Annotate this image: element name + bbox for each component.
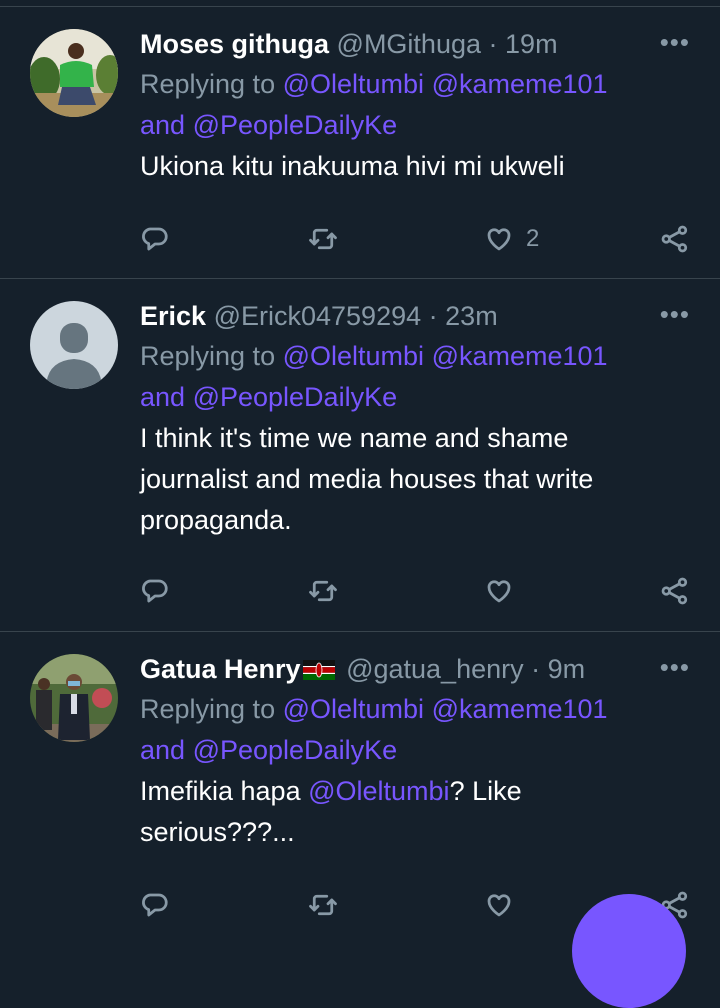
author-handle[interactable]: @MGithuga <box>337 29 481 59</box>
reply-button[interactable] <box>140 571 170 611</box>
tweet[interactable]: Erick @Erick04759294 · 23m ••• Replying … <box>0 279 720 632</box>
replying-label: Replying to <box>140 694 276 724</box>
author-name[interactable]: Moses githuga <box>140 29 329 59</box>
like-icon <box>487 228 511 251</box>
mention-link[interactable]: @kameme101 <box>432 69 608 99</box>
mention-link[interactable]: @kameme101 <box>432 694 608 724</box>
mention-link[interactable]: @PeopleDailyKe <box>193 110 398 140</box>
reply-icon <box>142 893 168 917</box>
separator: · <box>428 301 438 331</box>
retweet-icon <box>309 228 337 250</box>
replying-label: Replying to <box>140 341 276 371</box>
avatar[interactable] <box>30 654 118 742</box>
like-button[interactable] <box>484 571 514 611</box>
author-handle[interactable]: @Erick04759294 <box>214 301 422 331</box>
share-icon <box>661 577 688 605</box>
and-label: and <box>140 110 186 140</box>
top-divider <box>0 0 720 7</box>
separator: · <box>488 29 498 59</box>
reply-icon <box>142 579 168 603</box>
replying-to: Replying to @Oleltumbi @kameme101 and @P… <box>140 689 690 771</box>
like-button[interactable] <box>484 885 514 925</box>
mention-link[interactable]: @kameme101 <box>432 341 608 371</box>
share-button[interactable] <box>660 571 690 611</box>
more-icon[interactable]: ••• <box>660 652 690 683</box>
retweet-icon <box>309 894 337 916</box>
tweet-text: Ukiona kitu inakuuma hivi mi ukweli <box>140 151 565 181</box>
author-name[interactable]: Gatua Henry <box>140 654 301 684</box>
like-icon <box>487 580 511 603</box>
author-handle[interactable]: @gatua_henry <box>346 654 524 684</box>
avatar[interactable] <box>30 301 118 389</box>
kenya-flag-icon <box>302 660 335 680</box>
mention-link[interactable]: @PeopleDailyKe <box>193 735 398 765</box>
compose-tweet-button[interactable] <box>572 894 686 1008</box>
and-label: and <box>140 735 186 765</box>
and-label: and <box>140 382 186 412</box>
timestamp[interactable]: 19m <box>505 29 558 59</box>
mention-link[interactable]: @PeopleDailyKe <box>193 382 398 412</box>
mention-link[interactable]: @Oleltumbi <box>283 69 424 99</box>
timestamp[interactable]: 9m <box>548 654 586 684</box>
tweet-text-segment: ? Like <box>449 776 522 806</box>
retweet-icon <box>309 580 337 602</box>
like-count: 2 <box>526 225 540 252</box>
tweet-text-line: journalist and media houses that write <box>140 464 594 494</box>
avatar-photo <box>30 654 118 742</box>
replying-label: Replying to <box>140 69 276 99</box>
tweet-text: I think it's time we name and shame jour… <box>140 418 690 541</box>
separator: · <box>531 654 541 684</box>
default-avatar-icon <box>30 301 118 389</box>
share-button[interactable] <box>660 219 690 259</box>
author-name[interactable]: Erick <box>140 301 206 331</box>
tweet[interactable]: Moses githuga @MGithuga · 19m ••• Replyi… <box>0 7 720 279</box>
retweet-button[interactable] <box>308 885 338 925</box>
retweet-button[interactable] <box>308 219 338 259</box>
tweet-text-line: propaganda. <box>140 505 292 535</box>
share-icon <box>661 225 688 253</box>
reply-icon <box>142 227 168 251</box>
reply-button[interactable] <box>140 885 170 925</box>
replying-to: Replying to @Oleltumbi @kameme101 and @P… <box>140 336 690 418</box>
tweet-text-segment: Imefikia hapa <box>140 776 301 806</box>
timestamp[interactable]: 23m <box>445 301 498 331</box>
tweet[interactable]: Gatua Henry @gatua_henry · 9m ••• Replyi… <box>0 632 720 937</box>
mention-link[interactable]: @Oleltumbi <box>283 694 424 724</box>
avatar[interactable] <box>30 29 118 117</box>
mention-link[interactable]: @Oleltumbi <box>308 776 449 806</box>
like-icon <box>487 894 511 917</box>
more-icon[interactable]: ••• <box>660 299 690 330</box>
tweet-text-line: serious???... <box>140 817 295 847</box>
replying-to: Replying to @Oleltumbi @kameme101 and @P… <box>140 64 690 146</box>
tweet-text: Imefikia hapa @Oleltumbi? Like serious??… <box>140 771 690 853</box>
tweet-text-line: I think it's time we name and shame <box>140 423 569 453</box>
mention-link[interactable]: @Oleltumbi <box>283 341 424 371</box>
avatar-photo <box>30 29 118 117</box>
like-button[interactable]: 2 <box>484 219 539 259</box>
reply-button[interactable] <box>140 219 170 259</box>
retweet-button[interactable] <box>308 571 338 611</box>
more-icon[interactable]: ••• <box>660 27 690 58</box>
